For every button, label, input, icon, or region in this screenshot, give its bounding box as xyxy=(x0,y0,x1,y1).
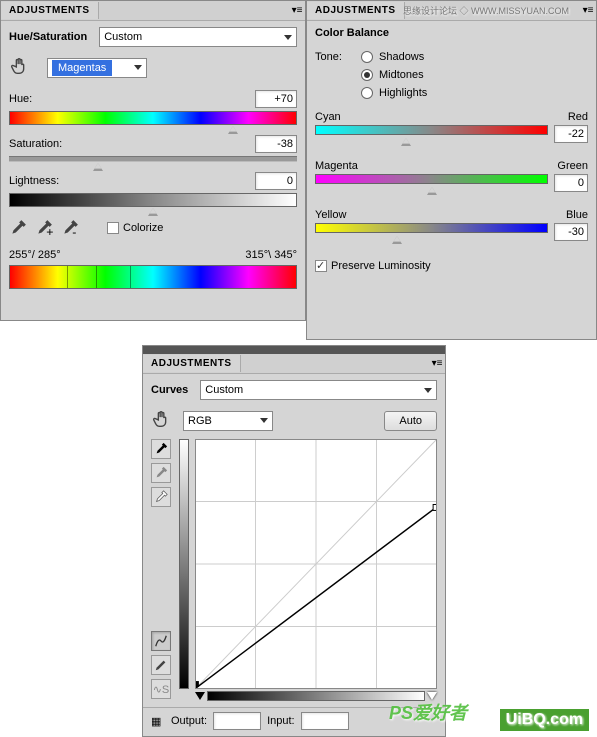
panel-menu-icon[interactable]: ▾≡ xyxy=(580,5,596,16)
output-input[interactable] xyxy=(213,712,261,730)
hue-gradient xyxy=(9,111,297,125)
green-label: Green xyxy=(557,160,588,172)
watermark-bottom-left: PS爱好者 xyxy=(389,699,467,725)
yellow-blue-thumb[interactable] xyxy=(392,236,402,244)
chevron-down-icon xyxy=(134,65,142,70)
panel-menu-icon[interactable]: ▾≡ xyxy=(289,5,305,16)
colorize-checkbox[interactable]: Colorize xyxy=(107,222,163,234)
saturation-track[interactable] xyxy=(9,156,297,162)
tone-label: Tone: xyxy=(315,51,361,99)
edit-value: Magentas xyxy=(52,60,112,76)
curve-mode-icon[interactable] xyxy=(151,631,171,651)
gray-eyedropper-icon[interactable] xyxy=(151,463,171,483)
targeted-adjustment-tool[interactable] xyxy=(9,55,31,80)
eyedropper-minus-icon[interactable]: - xyxy=(61,219,79,237)
watermark-bottom-right: UiBQ.com xyxy=(500,709,589,731)
eyedropper-add-icon[interactable]: + xyxy=(35,219,53,237)
histogram-toggle-icon[interactable]: ▦ xyxy=(151,715,165,728)
lightness-input[interactable] xyxy=(255,172,297,190)
lightness-thumb[interactable] xyxy=(148,208,158,216)
watermark-top: 思缘设计论坛 ◇ WWW.MISSYUAN.COM xyxy=(403,4,569,17)
panel-tab[interactable]: ADJUSTMENTS xyxy=(307,2,405,19)
smooth-curve-icon[interactable]: ∿S xyxy=(151,679,171,699)
chevron-down-icon xyxy=(260,418,268,423)
panel-tab[interactable]: ADJUSTMENTS xyxy=(143,355,241,372)
color-range-spectrum[interactable] xyxy=(9,265,297,289)
yellow-label: Yellow xyxy=(315,209,346,221)
cyan-red-gradient xyxy=(315,125,548,135)
red-label: Red xyxy=(568,111,588,123)
output-label: Output: xyxy=(171,715,207,727)
eyedropper-icon[interactable] xyxy=(9,219,27,237)
range-right: 315°\ 345° xyxy=(245,249,297,261)
lightness-label: Lightness: xyxy=(9,175,59,187)
cyan-red-thumb[interactable] xyxy=(401,138,411,146)
hue-input[interactable] xyxy=(255,90,297,108)
tone-shadows-radio[interactable]: Shadows xyxy=(361,51,427,63)
panel-tab[interactable]: ADJUSTMENTS xyxy=(1,2,99,19)
saturation-input[interactable] xyxy=(255,135,297,153)
cyan-red-input[interactable] xyxy=(554,125,588,143)
saturation-thumb[interactable] xyxy=(93,163,103,171)
magenta-green-thumb[interactable] xyxy=(427,187,437,195)
saturation-label: Saturation: xyxy=(9,138,62,150)
tone-midtones-radio[interactable]: Midtones xyxy=(361,69,427,81)
svg-text:+: + xyxy=(46,225,53,237)
adjustment-title: Color Balance xyxy=(315,27,389,39)
magenta-green-input[interactable] xyxy=(554,174,588,192)
lightness-gradient xyxy=(9,193,297,207)
white-eyedropper-icon[interactable] xyxy=(151,487,171,507)
chevron-down-icon xyxy=(284,35,292,40)
adjustment-title: Curves xyxy=(151,384,188,396)
yellow-blue-gradient xyxy=(315,223,548,233)
panel-menu-icon[interactable]: ▾≡ xyxy=(429,358,445,369)
tone-highlights-radio[interactable]: Highlights xyxy=(361,87,427,99)
preserve-luminosity-checkbox[interactable]: Preserve Luminosity xyxy=(315,260,588,272)
svg-text:-: - xyxy=(72,225,76,237)
yellow-blue-input[interactable] xyxy=(554,223,588,241)
targeted-adjustment-tool[interactable] xyxy=(151,408,173,433)
output-gradient xyxy=(179,439,189,689)
auto-button[interactable]: Auto xyxy=(384,411,437,431)
edit-select[interactable]: Magentas xyxy=(47,58,147,78)
preset-select[interactable]: Custom xyxy=(99,27,297,47)
black-point-arrow[interactable] xyxy=(195,692,205,700)
blue-label: Blue xyxy=(566,209,588,221)
adjustment-title: Hue/Saturation xyxy=(9,31,87,43)
hue-slider-thumb[interactable] xyxy=(228,126,238,134)
magenta-label: Magenta xyxy=(315,160,358,172)
magenta-green-gradient xyxy=(315,174,548,184)
colorize-label: Colorize xyxy=(123,222,163,234)
cyan-label: Cyan xyxy=(315,111,341,123)
preset-value: Custom xyxy=(104,31,142,43)
hue-label: Hue: xyxy=(9,93,32,105)
black-eyedropper-icon[interactable] xyxy=(151,439,171,459)
channel-select[interactable]: RGB xyxy=(183,411,273,431)
chevron-down-icon xyxy=(424,388,432,393)
input-label: Input: xyxy=(267,715,295,727)
curves-preset-select[interactable]: Custom xyxy=(200,380,437,400)
range-left: 255°/ 285° xyxy=(9,249,61,261)
curve-grid[interactable] xyxy=(195,439,437,689)
input-input[interactable] xyxy=(301,712,349,730)
pencil-mode-icon[interactable] xyxy=(151,655,171,675)
